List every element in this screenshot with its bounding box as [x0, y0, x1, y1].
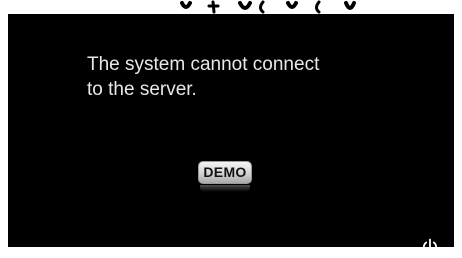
connection-error-message: The system cannot connect to the server. [87, 52, 407, 102]
power-button[interactable] [419, 236, 441, 258]
message-panel [8, 14, 454, 247]
power-icon [422, 238, 438, 255]
demo-button[interactable]: DEMO [198, 161, 252, 184]
message-line-2: to the server. [87, 79, 197, 100]
screen: The system cannot connect to the server.… [0, 0, 462, 255]
top-status-icons [0, 0, 462, 14]
demo-button-reflection [200, 185, 250, 192]
message-line-1: The system cannot connect [87, 54, 320, 75]
status-icons-graphic [180, 0, 356, 14]
